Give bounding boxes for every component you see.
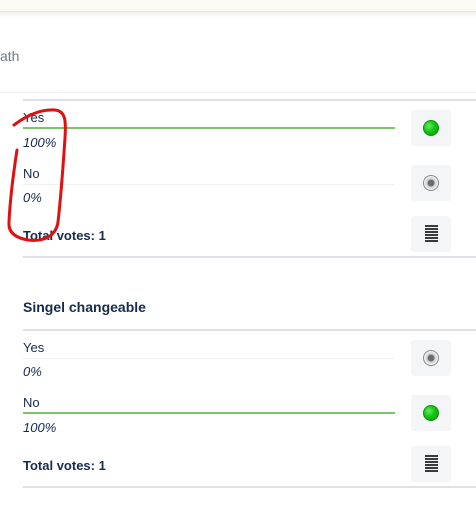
poll-2-option-1-result-line	[23, 358, 395, 359]
banner-shadow	[0, 12, 476, 18]
poll-2-option-1-vote-button[interactable]	[411, 340, 451, 376]
poll-1-option-2-result-line	[23, 184, 395, 185]
poll-2-bottom-divider	[23, 486, 476, 488]
grey-radio-dot-icon	[423, 350, 439, 366]
poll-1-results-button[interactable]	[411, 216, 451, 252]
green-radio-dot-icon	[423, 405, 439, 421]
notification-banner	[0, 0, 476, 12]
poll-1-option-1-label: Yes	[23, 110, 45, 125]
poll-1-option-2-vote-button[interactable]	[411, 165, 451, 201]
poll-2-option-2-vote-button[interactable]	[411, 395, 451, 431]
green-radio-dot-icon	[423, 120, 439, 136]
poll-2-option-2-result-line	[23, 412, 395, 414]
header-divider	[0, 92, 476, 93]
page-path-fragment: ath	[0, 48, 20, 64]
poll-1-option-1-result-line	[23, 127, 395, 129]
poll-2-top-divider	[23, 329, 476, 331]
poll-2-option-1-label: Yes	[23, 340, 45, 355]
poll-2-title: Singel changeable	[23, 299, 146, 315]
bar-list-icon	[425, 455, 438, 473]
poll-1-option-2-percent: 0%	[23, 190, 42, 205]
poll-1-option-1-percent: 100%	[23, 135, 57, 150]
poll-2-option-2-percent: 100%	[23, 420, 57, 435]
grey-radio-dot-icon	[423, 175, 439, 191]
poll-2-option-2-label: No	[23, 395, 40, 410]
poll-1-bottom-divider	[23, 256, 476, 258]
poll-1-option-1-vote-button[interactable]	[411, 110, 451, 146]
poll-2-total-votes: Total votes: 1	[23, 458, 106, 473]
bar-list-icon	[425, 225, 438, 243]
poll-1-top-divider	[23, 99, 476, 101]
poll-2-results-button[interactable]	[411, 446, 451, 482]
poll-2-option-1-percent: 0%	[23, 364, 42, 379]
poll-1-total-votes: Total votes: 1	[23, 228, 106, 243]
poll-1-option-2-label: No	[23, 166, 40, 181]
